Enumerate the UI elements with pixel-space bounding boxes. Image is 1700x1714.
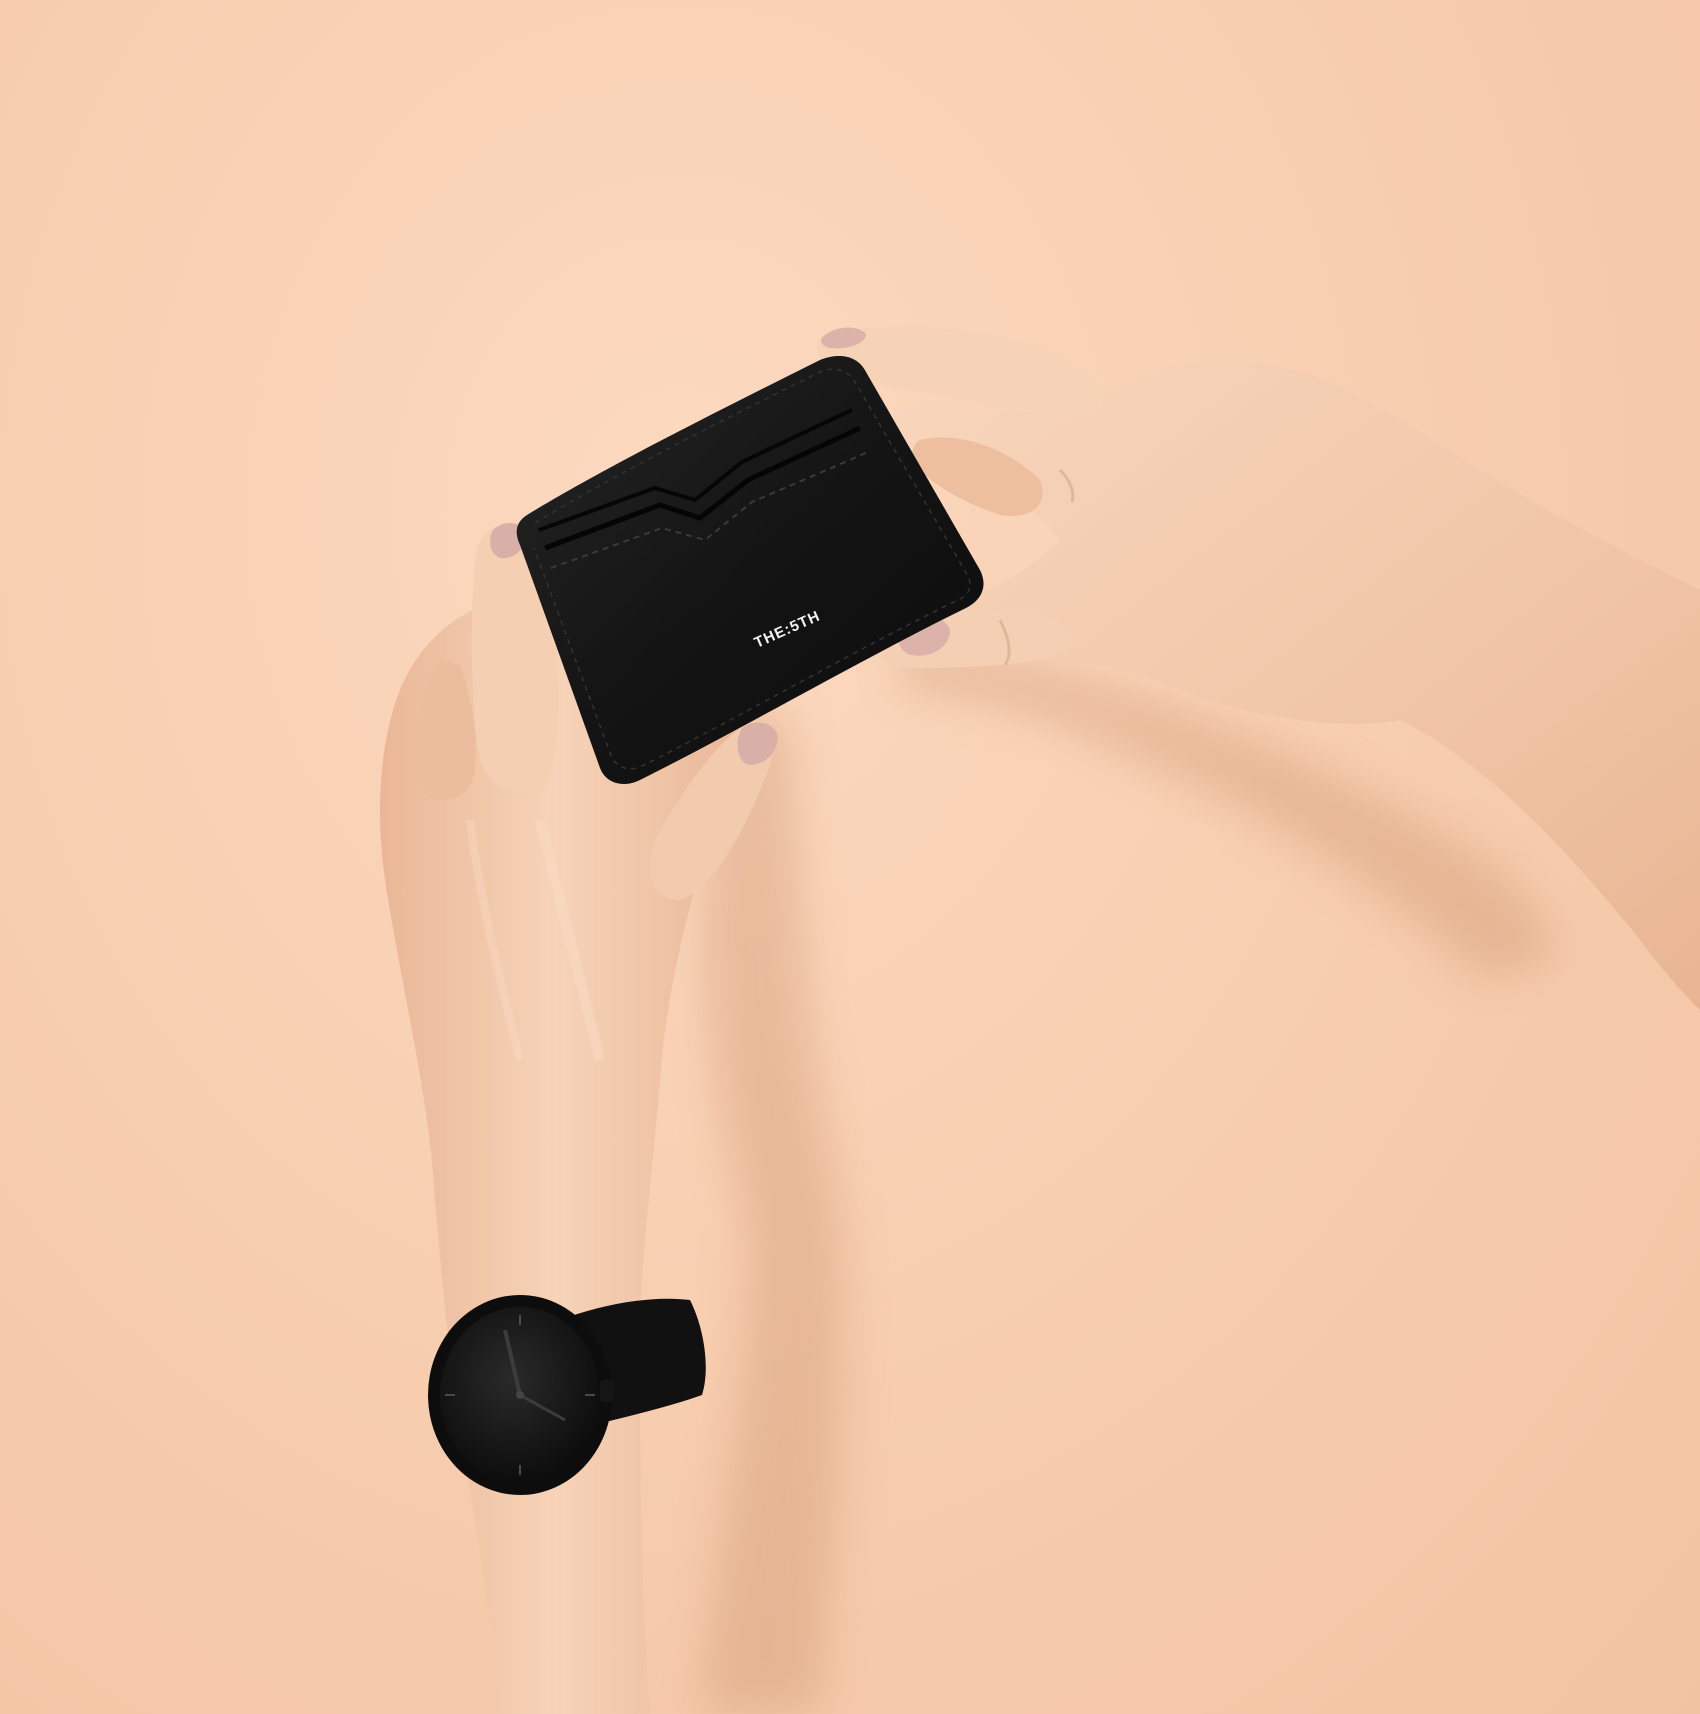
wristwatch	[428, 1295, 706, 1495]
wall-shadows	[700, 640, 1560, 1714]
product-photo: THE:5TH	[0, 0, 1700, 1714]
photo-illustration: THE:5TH	[380, 326, 1700, 1714]
